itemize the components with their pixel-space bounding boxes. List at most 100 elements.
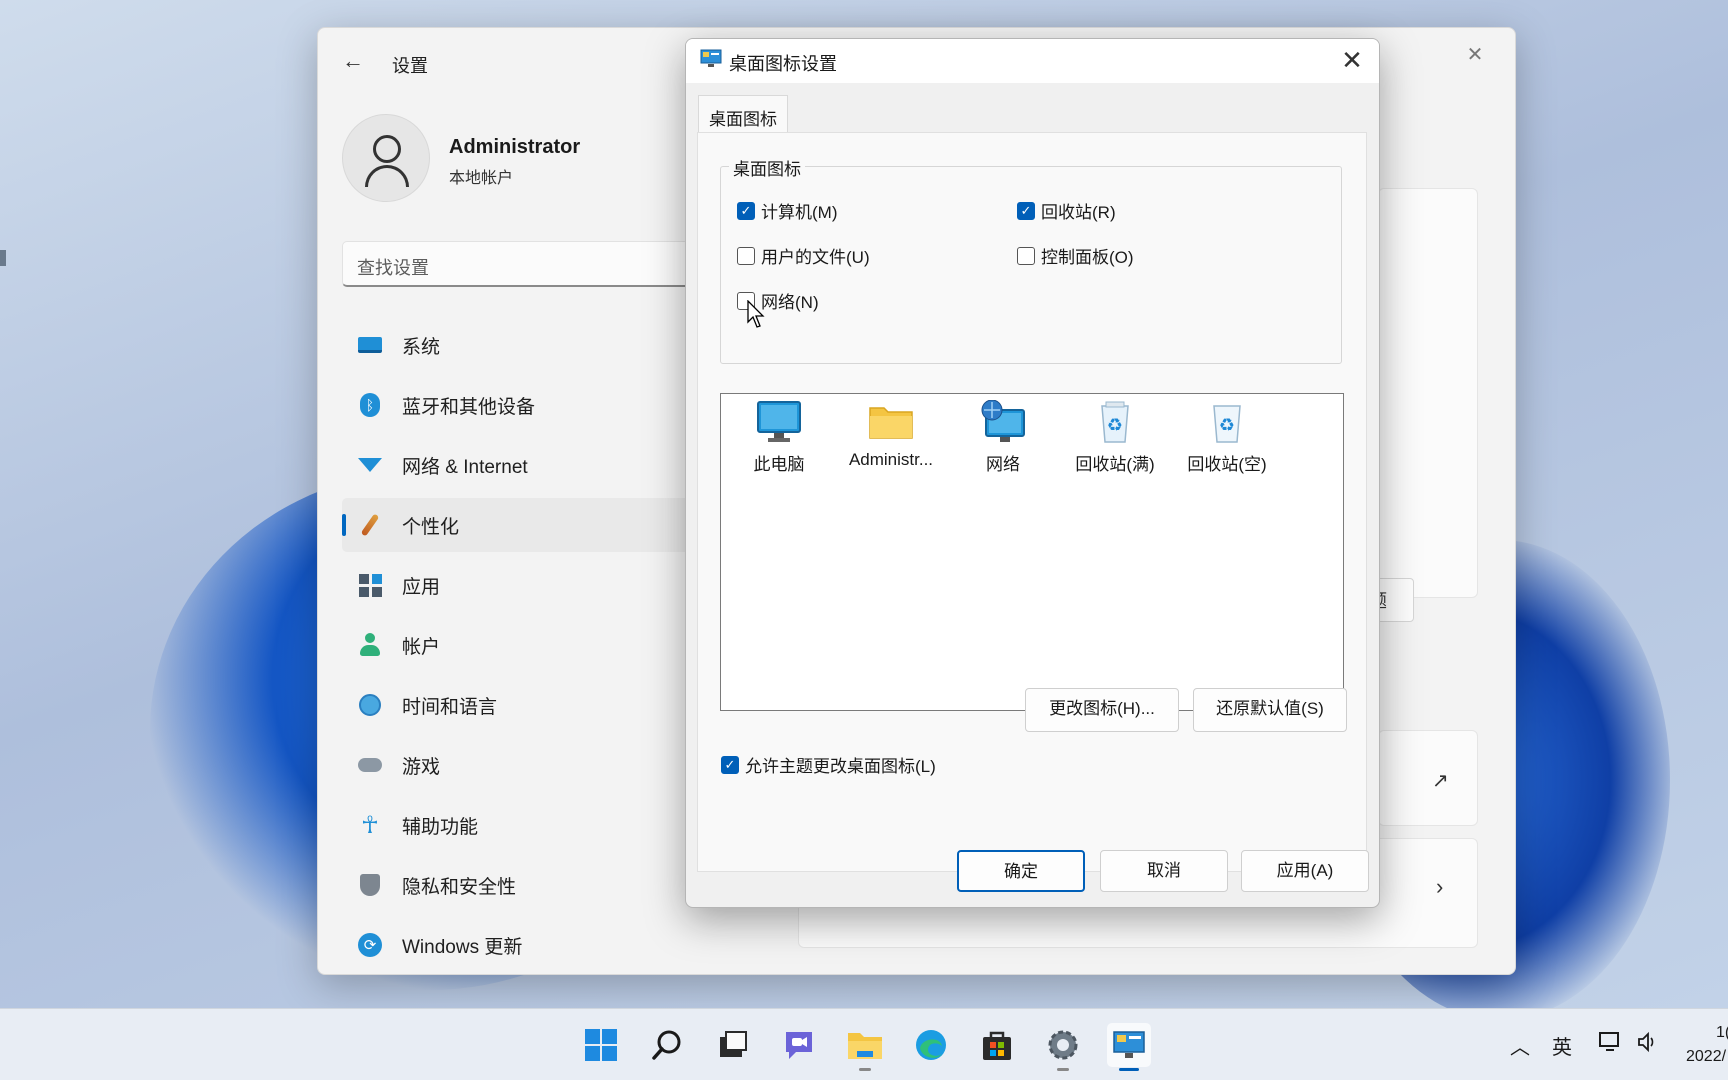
sidebar-item-label: 蓝牙和其他设备: [402, 396, 536, 418]
chat-icon[interactable]: [777, 1023, 821, 1067]
shield-icon: [358, 873, 382, 897]
sidebar-item-label: 隐私和安全性: [402, 876, 517, 898]
apply-button[interactable]: 应用(A): [1241, 850, 1369, 892]
checkbox-label: 网络(N): [761, 293, 819, 312]
chevron-up-icon[interactable]: ︿: [1510, 1031, 1530, 1060]
search-input[interactable]: 查找设置: [342, 241, 742, 287]
desktop-icons-app-icon[interactable]: [1107, 1023, 1151, 1071]
icon-list: 此电脑 Administr... 网络 ♻ 回收站(满) ♻ 回收站(空): [720, 393, 1344, 711]
background-card: [1378, 188, 1478, 598]
checkbox-label: 回收站(R): [1041, 203, 1116, 222]
sidebar-item-personalization[interactable]: 个性化: [342, 498, 742, 552]
external-link-icon[interactable]: ↗: [1432, 768, 1449, 793]
checkbox-user-files[interactable]: 用户的文件(U): [737, 243, 870, 268]
icon-label: 此电脑: [753, 455, 805, 474]
sidebar-item-accessibility[interactable]: ☥ 辅助功能: [342, 798, 742, 852]
checkbox-computer[interactable]: ✓ 计算机(M): [737, 198, 837, 223]
brush-icon: [358, 513, 382, 537]
store-icon[interactable]: [975, 1023, 1019, 1067]
mouse-cursor-icon: [747, 300, 765, 328]
close-icon[interactable]: ✕: [1337, 45, 1367, 76]
checkbox-recycle-bin[interactable]: ✓ 回收站(R): [1017, 198, 1116, 223]
gamepad-icon: [358, 753, 382, 777]
user-name: Administrator: [449, 136, 581, 158]
svg-text:♻: ♻: [1219, 415, 1235, 436]
chevron-right-icon[interactable]: ›: [1436, 874, 1443, 900]
restore-default-button[interactable]: 还原默认值(S): [1193, 688, 1347, 732]
sidebar-nav: 系统 ᛒ 蓝牙和其他设备 网络 & Internet 个性化 应用 帐户 时间和…: [342, 318, 742, 974]
folder-icon: [868, 400, 914, 444]
avatar[interactable]: [342, 114, 430, 202]
clock[interactable]: 1( 2022/: [1686, 1021, 1728, 1069]
sidebar-item-time-language[interactable]: 时间和语言: [342, 678, 742, 732]
accessibility-icon: ☥: [361, 811, 379, 839]
dialog-title: 桌面图标设置: [729, 54, 837, 74]
cancel-button[interactable]: 取消: [1100, 850, 1228, 892]
sidebar-item-privacy[interactable]: 隐私和安全性: [342, 858, 742, 912]
sidebar-item-windows-update[interactable]: ⟳ Windows 更新: [342, 918, 742, 972]
computer-icon: [756, 400, 802, 444]
group-label: 桌面图标: [729, 155, 805, 180]
ok-button[interactable]: 确定: [957, 850, 1085, 892]
sidebar-item-accounts[interactable]: 帐户: [342, 618, 742, 672]
icon-label: Administr...: [848, 450, 934, 469]
checkmark-icon: ✓: [721, 755, 739, 774]
background-card: [1378, 730, 1478, 826]
task-view-icon[interactable]: [711, 1023, 755, 1067]
icon-item-this-pc[interactable]: 此电脑: [724, 400, 834, 475]
icon-item-recycle-bin-empty[interactable]: ♻ 回收站(空): [1172, 400, 1282, 475]
checkbox-label: 用户的文件(U): [761, 248, 870, 267]
change-icon-button[interactable]: 更改图标(H)...: [1025, 688, 1179, 732]
checkbox-control-panel[interactable]: 控制面板(O): [1017, 243, 1134, 268]
close-icon[interactable]: ✕: [1459, 42, 1491, 67]
edge-icon[interactable]: [909, 1023, 953, 1067]
sidebar-item-gaming[interactable]: 游戏: [342, 738, 742, 792]
sidebar-item-label: 个性化: [402, 516, 460, 538]
icon-item-network[interactable]: 网络: [948, 399, 1058, 475]
sidebar-item-label: 应用: [402, 576, 441, 598]
file-explorer-icon[interactable]: [843, 1023, 887, 1071]
icon-item-recycle-bin-full[interactable]: ♻ 回收站(满): [1060, 400, 1170, 475]
sidebar-item-network[interactable]: 网络 & Internet: [342, 438, 742, 492]
sidebar-item-label: 辅助功能: [402, 816, 479, 838]
search-icon[interactable]: [645, 1023, 689, 1067]
desktop-icon-settings-dialog: 桌面图标设置 ✕ 桌面图标 桌面图标 ✓ 计算机(M) ✓ 回收站(R) 用户的…: [685, 38, 1380, 908]
sidebar-item-label: 网络 & Internet: [402, 456, 528, 478]
ime-indicator[interactable]: 英: [1552, 1031, 1572, 1060]
icon-label: 网络: [986, 455, 1020, 474]
checkmark-icon: ✓: [737, 201, 755, 220]
sidebar-item-label: 帐户: [402, 636, 441, 658]
settings-icon[interactable]: [1041, 1023, 1085, 1071]
sidebar-item-label: 系统: [402, 336, 441, 358]
start-icon[interactable]: [579, 1023, 623, 1067]
taskbar: ︿ 英 1( 2022/: [0, 1008, 1728, 1080]
svg-text:♻: ♻: [1107, 415, 1123, 436]
sidebar-item-bluetooth[interactable]: ᛒ 蓝牙和其他设备: [342, 378, 742, 432]
checkbox-label: 控制面板(O): [1041, 248, 1134, 267]
tab-desktop-icons[interactable]: 桌面图标: [698, 95, 788, 133]
recycle-bin-empty-icon: ♻: [1204, 400, 1250, 444]
sidebar-item-system[interactable]: 系统: [342, 318, 742, 372]
checkbox-allow-themes[interactable]: ✓ 允许主题更改桌面图标(L): [721, 752, 936, 777]
sidebar-item-apps[interactable]: 应用: [342, 558, 742, 612]
apps-icon: [358, 573, 382, 597]
person-icon: [358, 633, 382, 657]
icon-item-user-folder[interactable]: Administr...: [836, 400, 946, 470]
network-icon: [980, 399, 1026, 444]
volume-icon[interactable]: [1636, 1031, 1660, 1059]
clock-time: 1(: [1716, 1024, 1728, 1041]
dialog-titlebar[interactable]: 桌面图标设置 ✕: [686, 39, 1379, 83]
back-arrow-icon[interactable]: ←: [342, 48, 364, 74]
globe-clock-icon: [358, 693, 382, 717]
bluetooth-icon: ᛒ: [358, 393, 382, 417]
wifi-icon: [358, 453, 382, 477]
recycle-bin-full-icon: ♻: [1092, 400, 1138, 444]
icon-label: 回收站(满): [1075, 455, 1155, 474]
desktop-icon-edge[interactable]: [0, 250, 6, 266]
network-status-icon[interactable]: [1598, 1031, 1622, 1059]
sidebar-item-label: 游戏: [402, 756, 441, 778]
checkbox-label: 计算机(M): [761, 203, 838, 222]
checkbox-label: 允许主题更改桌面图标(L): [745, 757, 936, 776]
icon-label: 回收站(空): [1187, 455, 1267, 474]
sync-icon: ⟳: [358, 933, 382, 957]
